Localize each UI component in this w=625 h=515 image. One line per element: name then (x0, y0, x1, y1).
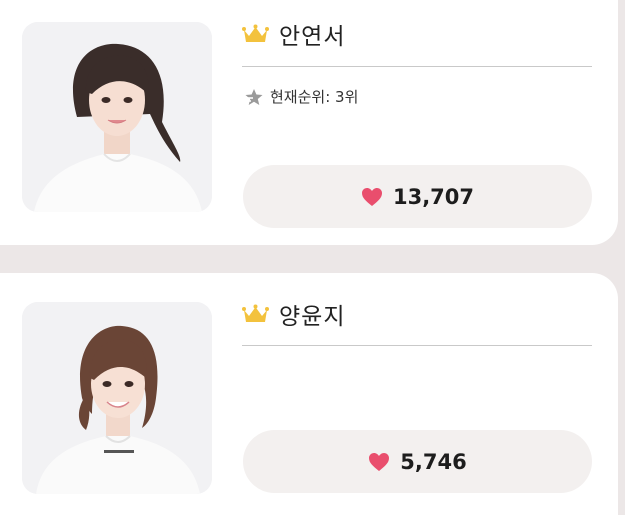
vote-button[interactable]: 5,746 (243, 430, 592, 493)
vote-button[interactable]: 13,707 (243, 165, 592, 228)
portrait-image (22, 302, 212, 494)
rank-star-icon (244, 88, 263, 105)
candidate-name-row: 양윤지 (242, 297, 345, 331)
candidate-name: 양윤지 (279, 304, 346, 330)
current-rank-label: 현재순위: 3위 (270, 88, 359, 106)
crown-icon (242, 24, 269, 42)
candidate-card: 양윤지 5,746 (0, 273, 618, 515)
candidate-name-row: 안연서 (242, 17, 345, 51)
divider (242, 345, 592, 346)
portrait-image (22, 22, 212, 212)
rank-row: 현재순위: 3위 (244, 86, 358, 107)
candidate-card: 안연서 현재순위: 3위 13,707 (0, 0, 618, 245)
heart-icon (361, 187, 382, 206)
candidate-name: 안연서 (279, 24, 346, 50)
candidate-photo (22, 22, 212, 212)
vote-count: 13,707 (392, 184, 475, 209)
candidate-photo (22, 302, 212, 494)
vote-count: 5,746 (400, 449, 467, 474)
crown-icon (242, 304, 269, 322)
heart-icon (369, 452, 390, 471)
divider (242, 66, 592, 67)
